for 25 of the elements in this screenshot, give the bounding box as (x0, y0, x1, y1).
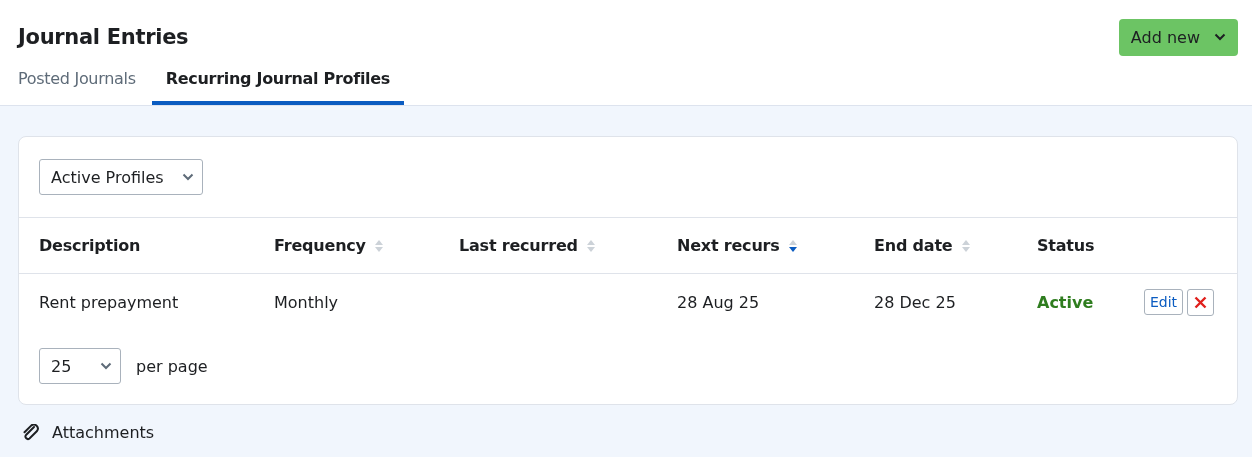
delete-button[interactable] (1187, 288, 1215, 316)
table-cell: Monthly (274, 292, 339, 312)
column-header[interactable]: Next recurs (677, 236, 780, 255)
page-title: Journal Entries (18, 25, 189, 49)
table-cell: 28 Aug 25 (677, 292, 760, 312)
page-size-select[interactable]: 25 (39, 348, 121, 384)
edit-button[interactable]: Edit (1144, 289, 1184, 315)
attachments-link[interactable]: Attachments (52, 423, 155, 442)
close-icon (1194, 295, 1208, 309)
column-header[interactable]: Last recurred (459, 236, 578, 255)
chevron-down-icon (100, 362, 112, 370)
status-text: Active (1037, 292, 1094, 312)
tab[interactable]: Posted Journals (4, 69, 150, 105)
profile-filter-select[interactable]: Active Profiles (39, 159, 203, 195)
chevron-down-icon (181, 173, 194, 181)
chevron-down-icon (1214, 33, 1226, 41)
column-header: Description (39, 236, 141, 255)
table-cell: Rent prepayment (39, 292, 179, 312)
column-header[interactable]: End date (874, 236, 953, 255)
table-cell: 28 Dec 25 (874, 292, 956, 312)
paperclip-icon (22, 423, 40, 442)
column-header[interactable]: Frequency (274, 236, 366, 255)
column-header: Status (1037, 236, 1095, 255)
per-page-label: per page (136, 356, 208, 376)
add-new-button[interactable]: Add new (1118, 18, 1238, 56)
